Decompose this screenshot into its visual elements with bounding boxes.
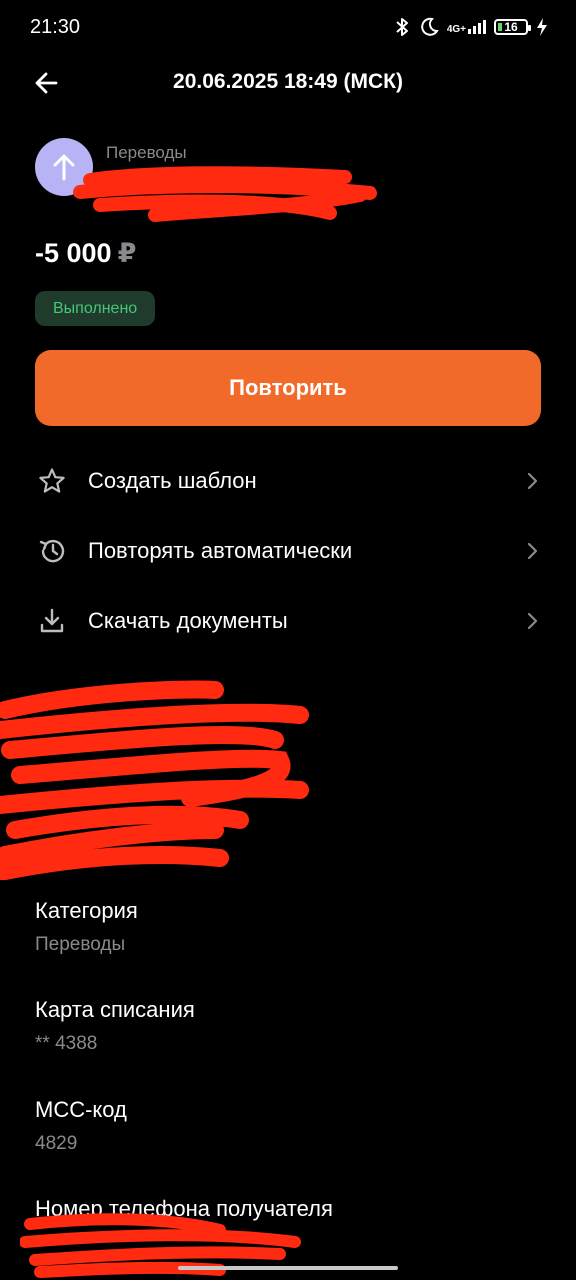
chevron-right-icon (527, 542, 538, 560)
bluetooth-icon (396, 18, 408, 36)
action-label: Скачать документы (88, 608, 288, 633)
status-time: 21:30 (30, 16, 81, 38)
network-label: 4G+ (446, 24, 466, 35)
operation-amount: -5 000 ₽ (35, 238, 136, 269)
action-repeat-automatically[interactable]: Повторять автоматически (35, 526, 541, 576)
moon-icon (421, 17, 439, 36)
download-icon (35, 604, 69, 638)
arrow-up-icon (53, 154, 75, 181)
chevron-right-icon (527, 612, 538, 630)
charging-icon (537, 18, 547, 36)
detail-label-mcc: MCC-код (35, 1097, 127, 1122)
amount-value: -5 000 (35, 238, 112, 268)
chevron-right-icon (527, 472, 538, 490)
detail-label-card: Карта списания (35, 997, 195, 1022)
battery-icon: 16 (494, 19, 531, 35)
status-icons: 4G+ 16 (393, 16, 548, 38)
star-icon (35, 464, 69, 498)
detail-value-mcc: 4829 (35, 1133, 78, 1154)
operation-avatar (35, 138, 93, 196)
operation-category: Переводы (106, 143, 187, 162)
redaction-mark (73, 166, 377, 222)
battery-level: 16 (504, 20, 518, 34)
gesture-nav-handle[interactable] (178, 1266, 398, 1270)
history-icon (35, 534, 69, 568)
action-label: Создать шаблон (88, 468, 257, 493)
action-download-documents[interactable]: Скачать документы (35, 596, 541, 646)
detail-value-card: ** 4388 (35, 1033, 98, 1054)
amount-currency: ₽ (117, 238, 137, 268)
detail-value-category: Переводы (35, 934, 126, 955)
repeat-button[interactable]: Повторить (35, 350, 541, 426)
redaction-mark (0, 680, 309, 880)
status-badge: Выполнено (35, 291, 156, 326)
detail-label-category: Категория (35, 898, 138, 923)
detail-label-recipient-phone: Номер телефона получателя (35, 1196, 333, 1221)
action-label: Повторять автоматически (88, 538, 353, 563)
signal-icon: 4G+ (446, 20, 486, 35)
action-create-template[interactable]: Создать шаблон (35, 456, 541, 506)
page-title: 20.06.2025 18:49 (МСК) (173, 70, 403, 93)
